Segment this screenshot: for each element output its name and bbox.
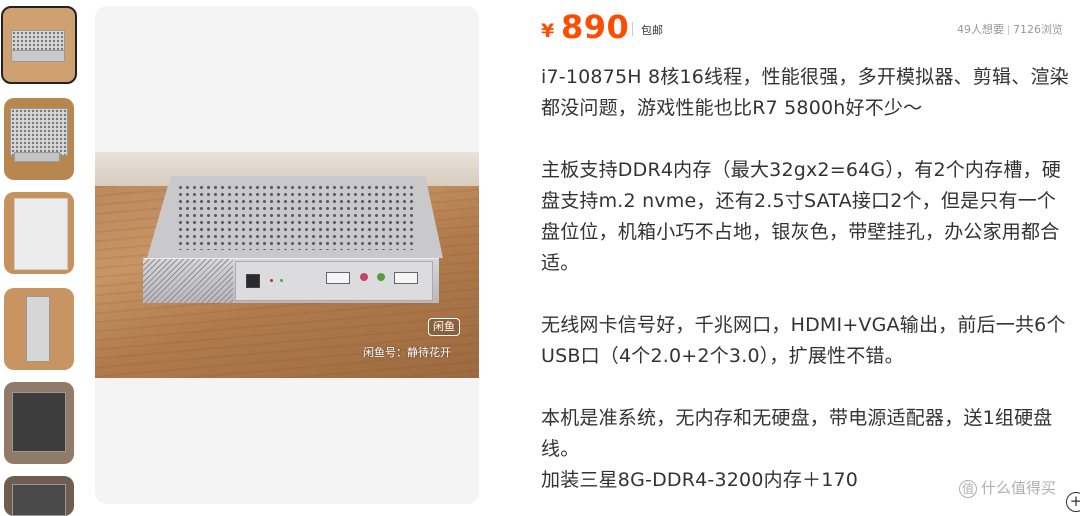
- views-count: 7126浏览: [1013, 23, 1063, 36]
- thumbnail-item-4[interactable]: [4, 288, 74, 370]
- price-row: ¥ 890 包邮 49人想要 7126浏览: [541, 6, 1071, 46]
- description-paragraph: 本机是准系统，无内存和无硬盘，带电源适配器，送1组硬盘线。: [541, 407, 1053, 460]
- site-watermark-text: 什么值得买: [980, 479, 1056, 497]
- plus-icon[interactable]: +: [1066, 492, 1080, 512]
- thumbnail-item-1[interactable]: [1, 6, 77, 84]
- product-description: i7-10875H 8核16线程，性能很强，多开模拟器、剪辑、渲染都没问题，游戏…: [541, 62, 1073, 496]
- description-paragraph: i7-10875H 8核16线程，性能很强，多开模拟器、剪辑、渲染都没问题，游戏…: [541, 66, 1069, 119]
- image-watermark: 闲鱼号：静待花开: [363, 346, 451, 359]
- site-watermark: 值什么值得买: [958, 477, 1056, 498]
- usb-port-icon: [326, 272, 350, 284]
- xianyu-logo-badge: 闲鱼: [428, 318, 460, 336]
- usb-port-icon: [394, 272, 418, 284]
- audio-jack-icon: [360, 273, 368, 281]
- description-paragraph: 无线网卡信号好，千兆网口，HDMI+VGA输出，前后一共6个USB口（4个2.0…: [541, 314, 1066, 367]
- thumbnail-item-3[interactable]: [4, 192, 74, 274]
- mic-jack-icon: [377, 273, 385, 281]
- thumbnail-item-2[interactable]: [4, 98, 74, 180]
- zhi-logo-icon: 值: [958, 479, 977, 498]
- divider: [1008, 25, 1009, 35]
- divider: [632, 22, 633, 36]
- product-photo: 闲鱼 闲鱼号：静待花开: [95, 152, 479, 378]
- thumbnail-item-6[interactable]: [4, 476, 74, 516]
- mini-pc-top: [147, 176, 443, 258]
- thumbnail-list: [0, 0, 80, 516]
- mini-pc-front: [143, 258, 439, 303]
- thumbnail-item-5[interactable]: [4, 382, 74, 464]
- wants-count: 49人想要: [957, 23, 1004, 36]
- description-paragraph: 主板支持DDR4内存（最大32gx2=64G），有2个内存槽，硬盘支持m.2 n…: [541, 159, 1061, 274]
- price-amount: 890: [561, 8, 630, 46]
- power-button-icon: [246, 274, 260, 288]
- listing-stats: 49人想要 7126浏览: [957, 21, 1063, 37]
- main-image-panel[interactable]: 闲鱼 闲鱼号：静待花开: [95, 6, 479, 504]
- currency-symbol: ¥: [541, 20, 555, 42]
- shipping-label: 包邮: [641, 24, 663, 37]
